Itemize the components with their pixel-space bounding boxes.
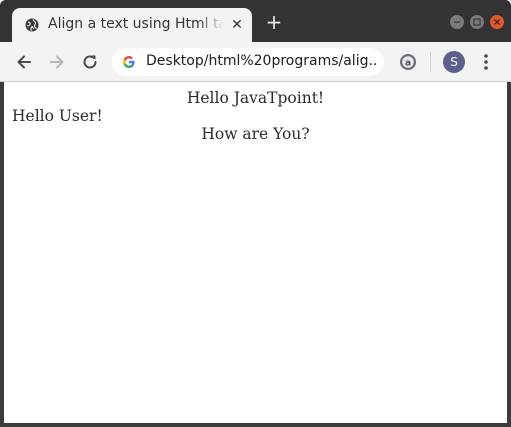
forward-arrow-icon[interactable]: [47, 52, 67, 72]
tab-strip: Align a text using Html tag ✕ +: [0, 0, 511, 42]
globe-icon: [25, 18, 39, 32]
browser-window: Align a text using Html tag ✕ + Desktop/…: [0, 0, 511, 427]
centered-question-line: How are You?: [201, 125, 310, 143]
profile-avatar[interactable]: S: [443, 51, 465, 73]
google-g-icon: [123, 56, 135, 68]
address-bar[interactable]: Desktop/html%20programs/alig...: [112, 48, 384, 76]
maximize-button[interactable]: [470, 15, 484, 29]
left-aligned-line: Hello User!: [12, 107, 103, 125]
active-tab[interactable]: Align a text using Html tag ✕: [12, 8, 252, 42]
minimize-button[interactable]: [450, 15, 464, 29]
window-frame-left: [0, 82, 4, 427]
window-frame-right: [507, 82, 511, 427]
new-tab-button[interactable]: +: [264, 12, 284, 32]
svg-text:a: a: [405, 58, 411, 68]
kebab-menu-icon[interactable]: [478, 52, 494, 72]
reload-icon[interactable]: [80, 52, 100, 72]
page-content: Hello JavaTpoint! Hello User! How are Yo…: [4, 82, 507, 423]
back-arrow-icon[interactable]: [14, 52, 34, 72]
minimize-icon: [454, 21, 460, 23]
browser-toolbar: Desktop/html%20programs/alig... a S: [0, 42, 511, 82]
toolbar-divider: [430, 52, 431, 72]
tab-close-icon[interactable]: ✕: [229, 17, 245, 33]
close-icon: [494, 19, 500, 25]
extension-icon[interactable]: a: [399, 53, 417, 71]
tab-title: Align a text using Html tag: [48, 16, 224, 32]
centered-heading-line: Hello JavaTpoint!: [186, 89, 325, 107]
url-text[interactable]: Desktop/html%20programs/alig...: [146, 53, 376, 69]
window-frame-bottom: [0, 423, 511, 427]
maximize-icon: [473, 18, 481, 26]
window-close-button[interactable]: [490, 15, 504, 29]
